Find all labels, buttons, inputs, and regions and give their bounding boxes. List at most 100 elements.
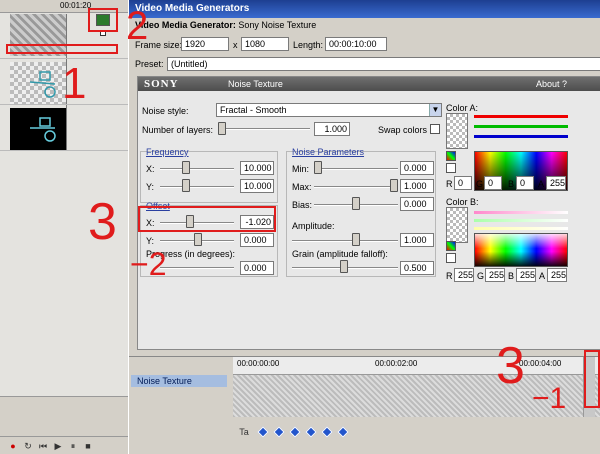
color-b-eyedropper-icon[interactable] (446, 253, 456, 263)
max-slider-track[interactable] (314, 186, 398, 188)
frame-x-label: x (233, 40, 238, 50)
annotation-number: −2 (130, 246, 167, 282)
ruler-mark: 00:00:00:00 (237, 359, 280, 368)
preset-bar: Preset: (Untitled) (129, 56, 600, 72)
sony-logo: SONY (144, 78, 179, 90)
text-icon[interactable]: Ta (237, 427, 251, 437)
frame-height-field[interactable]: 1080 (241, 37, 289, 51)
generator-subtitle: Video Media Generator: Sony Noise Textur… (135, 20, 317, 30)
play-icon[interactable]: ▶ (53, 441, 63, 451)
pause-icon[interactable]: ⏸ (68, 441, 78, 451)
layers-slider-track[interactable] (218, 128, 310, 130)
color-a-a-label: A (538, 179, 545, 189)
grain-slider-thumb[interactable] (340, 260, 348, 273)
play-from-start-icon[interactable]: ⏮ (38, 441, 48, 451)
freq-y-slider-thumb[interactable] (182, 179, 190, 192)
frame-width-field[interactable]: 1920 (181, 37, 229, 51)
bias-slider-thumb[interactable] (352, 197, 360, 210)
color-b-r-label: R (446, 271, 453, 281)
color-b-spectrum[interactable] (474, 233, 568, 267)
progress-field[interactable]: 0.000 (240, 261, 274, 275)
progress-slider-track[interactable] (160, 267, 234, 269)
min-field[interactable]: 0.000 (400, 161, 434, 175)
amplitude-label: Amplitude: (292, 221, 335, 231)
color-b-g-field[interactable]: 255 (485, 268, 505, 282)
window-title[interactable]: Video Media Generators (129, 0, 600, 18)
color-b-a-field[interactable]: 255 (547, 268, 567, 282)
color-a-eyedropper-icon[interactable] (446, 163, 456, 173)
amplitude-field[interactable]: 1.000 (400, 233, 434, 247)
bias-field[interactable]: 0.000 (400, 197, 434, 211)
color-a-wheel-icon[interactable] (446, 151, 456, 161)
last-keyframe-icon[interactable] (337, 426, 349, 438)
loop-icon[interactable]: ↻ (23, 441, 33, 451)
grain-label: Grain (amplitude falloff): (292, 249, 388, 259)
color-a-green-bar[interactable] (474, 125, 568, 128)
color-a-b-field[interactable]: 0 (516, 176, 534, 190)
first-keyframe-icon[interactable] (257, 426, 269, 438)
freq-y-field[interactable]: 10.000 (240, 179, 274, 193)
length-field[interactable]: 00:00:10:00 (325, 37, 387, 51)
max-field[interactable]: 1.000 (400, 179, 434, 193)
color-b-r-field[interactable]: 255 (454, 268, 474, 282)
record-icon[interactable]: ● (8, 441, 18, 451)
amplitude-slider-thumb[interactable] (352, 233, 360, 246)
event-thumbnail-transparent[interactable] (10, 62, 66, 104)
add-keyframe-icon[interactable] (289, 426, 301, 438)
amplitude-slider-track[interactable] (292, 240, 398, 242)
next-keyframe-icon[interactable] (321, 426, 333, 438)
color-b-swatch[interactable] (446, 207, 468, 243)
color-a-g-label: G (476, 179, 484, 189)
color-b-wheel-icon[interactable] (446, 241, 456, 251)
ruler-mark: 00:00:04:00 (519, 359, 562, 368)
freq-x-field[interactable]: 10.000 (240, 161, 274, 175)
stop-icon[interactable]: ■ (83, 441, 93, 451)
freq-x-slider-track[interactable] (160, 168, 234, 170)
offset-y-slider-thumb[interactable] (194, 233, 202, 246)
frequency-title: Frequency (146, 147, 189, 157)
freq-x-slider-thumb[interactable] (182, 161, 190, 174)
annotation-box-event (6, 44, 118, 54)
noise-style-select[interactable]: Fractal - Smooth ▼ (216, 103, 442, 117)
min-slider-thumb[interactable] (314, 161, 322, 174)
color-b-b-field[interactable]: 255 (516, 268, 536, 282)
layers-slider-thumb[interactable] (218, 122, 226, 135)
annotation-box-offset-x (138, 206, 276, 232)
freq-y-slider-track[interactable] (160, 186, 234, 188)
color-b-a-label: A (539, 271, 546, 281)
plugin-header: SONY Noise Texture About ? (138, 77, 600, 91)
layers-label: Number of layers: (142, 125, 214, 135)
keyframe-ruler[interactable]: 00:00:00:00 00:00:02:00 00:00:04:00 (233, 357, 600, 375)
swap-colors-checkbox[interactable] (430, 124, 440, 134)
color-a-r-label: R (446, 179, 453, 189)
prev-keyframe-icon[interactable] (273, 426, 285, 438)
color-a-r-field[interactable]: 0 (454, 176, 472, 190)
keyframe-controls: Ta (233, 423, 600, 441)
preset-field[interactable]: (Untitled) (167, 57, 600, 71)
offset-y-field[interactable]: 0.000 (240, 233, 274, 247)
max-slider-thumb[interactable] (390, 179, 398, 192)
annotation-box-scrollbar (584, 350, 600, 408)
noise-style-label: Noise style: (142, 106, 189, 116)
color-b-title: Color B: (446, 197, 479, 207)
swap-colors-label: Swap colors (378, 125, 428, 135)
about-link[interactable]: About ? (536, 79, 567, 89)
keyframe-track-label[interactable]: Noise Texture (131, 375, 227, 387)
chevron-down-icon[interactable]: ▼ (429, 104, 441, 116)
color-a-g-field[interactable]: 0 (484, 176, 502, 190)
layers-field[interactable]: 1.000 (314, 122, 350, 136)
color-b-blue-bar[interactable] (474, 227, 568, 230)
offset-y-label: Y: (146, 236, 155, 246)
annotation-number: −1 (532, 382, 567, 415)
color-b-green-bar[interactable] (474, 219, 568, 222)
color-a-red-bar[interactable] (474, 115, 568, 118)
event-thumbnail-black[interactable] (10, 108, 66, 150)
grain-field[interactable]: 0.500 (400, 261, 434, 275)
color-b-red-bar[interactable] (474, 211, 568, 214)
color-a-blue-bar[interactable] (474, 135, 568, 138)
min-slider-track[interactable] (314, 168, 398, 170)
color-a-a-field[interactable]: 255 (546, 176, 566, 190)
delete-keyframe-icon[interactable] (305, 426, 317, 438)
noise-params-title: Noise Parameters (292, 147, 365, 157)
color-a-swatch[interactable] (446, 113, 468, 149)
